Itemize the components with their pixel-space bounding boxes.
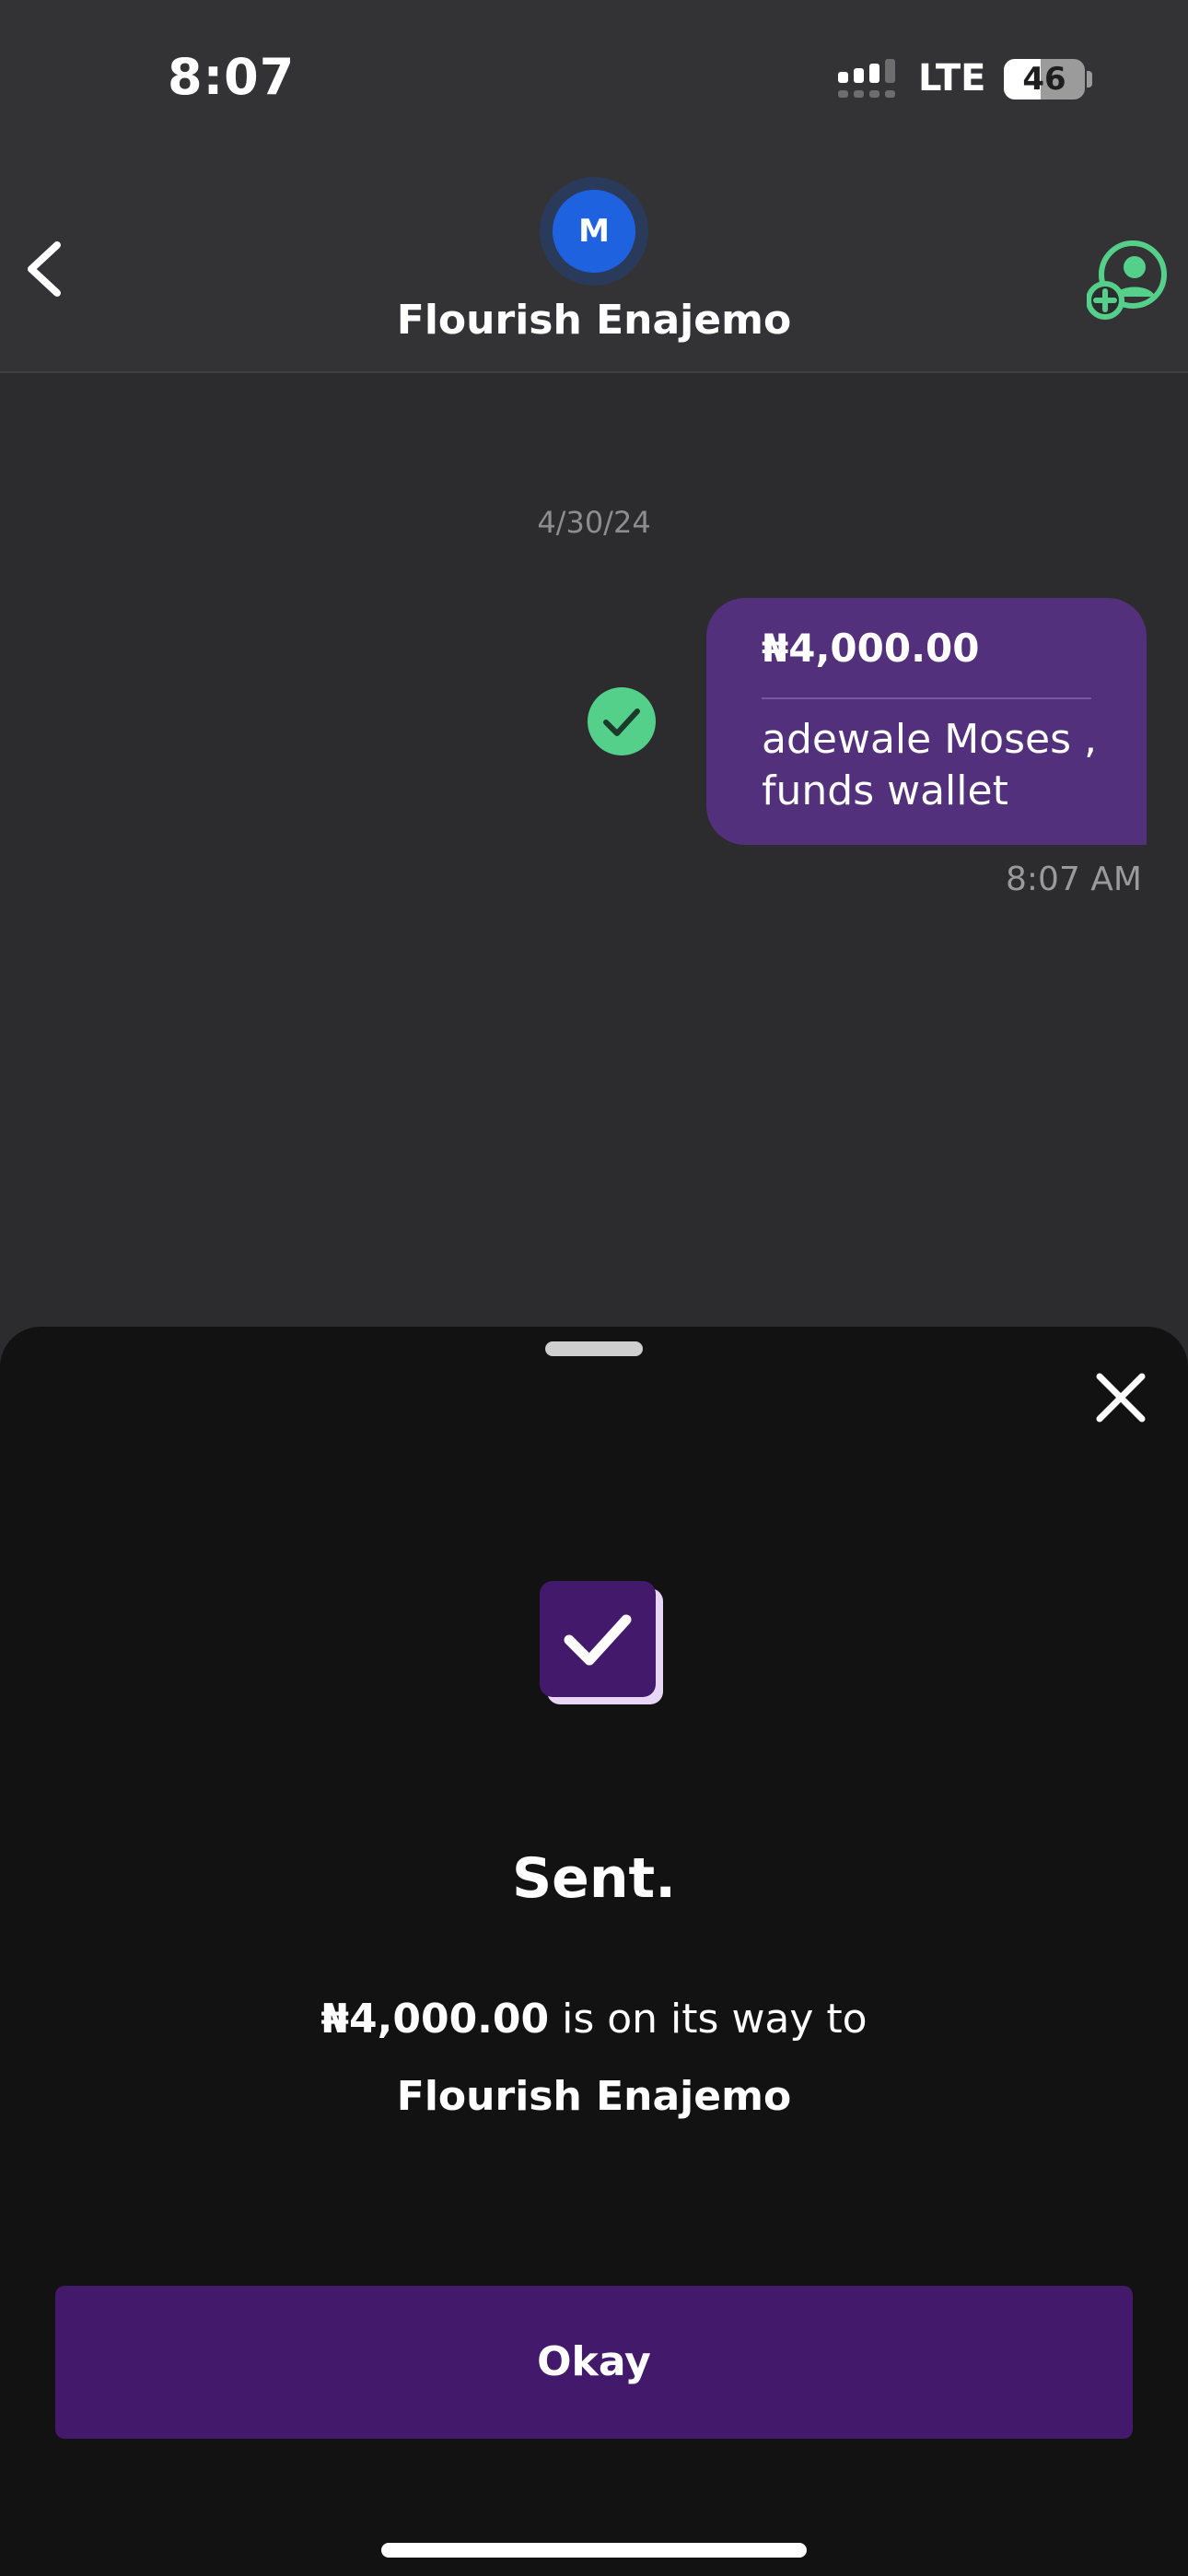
conversation-date: 4/30/24 [537, 505, 651, 540]
chevron-left-icon[interactable] [13, 232, 77, 306]
okay-button[interactable]: Okay [55, 2286, 1133, 2439]
message-divider [762, 697, 1091, 699]
summary-recipient: Flourish Enajemo [396, 2073, 792, 2120]
battery-icon: 46 [1004, 59, 1085, 100]
status-time: 8:07 [168, 48, 296, 106]
close-icon[interactable] [1092, 1369, 1149, 1426]
message-time: 8:07 AM [1006, 861, 1142, 898]
chat-header: M Flourish Enajemo [0, 147, 1188, 373]
sheet-drag-handle[interactable] [545, 1341, 643, 1356]
sent-title: Sent. [511, 1846, 677, 1911]
add-contact-icon[interactable] [1087, 240, 1170, 322]
battery-cap [1087, 71, 1092, 88]
app-screen: 8:07 LTE 46 M Flourish Enajemo 4/30/24 ₦… [0, 0, 1188, 2576]
contact-name[interactable]: Flourish Enajemo [0, 297, 1188, 344]
check-mark-icon [564, 1614, 632, 1666]
status-bar: 8:07 LTE 46 [0, 0, 1188, 147]
summary-amount: ₦4,000.00 [320, 1996, 550, 2043]
battery-percentage: 46 [1022, 61, 1066, 98]
network-type: LTE [918, 57, 986, 100]
avatar-ring: M [540, 177, 648, 286]
avatar[interactable]: M [553, 190, 635, 273]
check-circle-icon [588, 687, 656, 755]
summary-text: is on its way to [549, 1996, 868, 2043]
home-indicator[interactable] [381, 2543, 807, 2558]
message-note: adewale Moses , funds wallet [762, 716, 1097, 814]
transfer-summary: ₦4,000.00 is on its way to [0, 1996, 1188, 2043]
payment-message-bubble[interactable]: ₦4,000.00 adewale Moses , funds wallet [706, 598, 1147, 845]
message-amount: ₦4,000.00 [762, 626, 980, 671]
payment-sent-sheet: Sent. ₦4,000.00 is on its way to Flouris… [0, 1327, 1188, 2576]
checkbox-checked-icon [540, 1581, 663, 1704]
signal-strength-icon [838, 59, 895, 98]
